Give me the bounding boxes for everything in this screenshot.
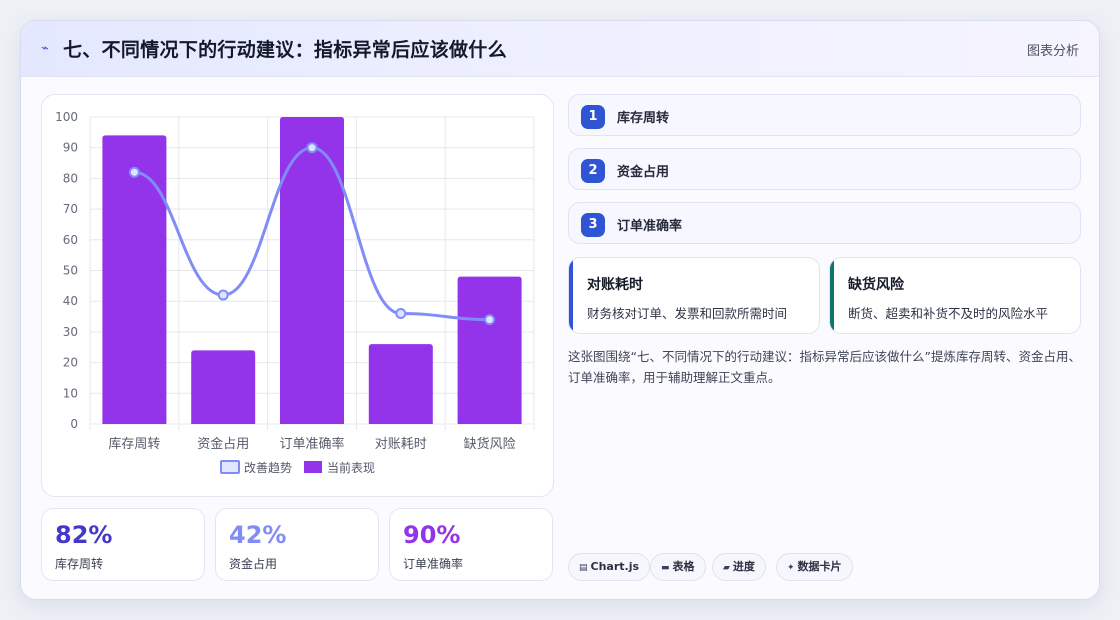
stat-value: 42% — [229, 521, 287, 549]
info-card-reconciliation: 对账耗时 财务核对订单、发票和回款所需时间 — [568, 257, 820, 334]
line-point — [484, 314, 496, 326]
step-number: 3 — [581, 213, 605, 237]
step-item-3[interactable]: 3 订单准确率 — [568, 202, 1081, 244]
header-tag: 图表分析 — [1026, 44, 1079, 59]
table-icon: ▬ — [661, 563, 670, 573]
line-point — [395, 307, 407, 319]
step-item-1[interactable]: 1 库存周转 — [568, 94, 1081, 136]
chip-table[interactable]: ▬ 表格 — [650, 553, 706, 581]
y-tick-label: 0 — [70, 417, 78, 431]
legend-label: 当前表现 — [327, 460, 375, 475]
step-label: 库存周转 — [617, 111, 670, 126]
info-card-stockout: 缺货风险 断货、超卖和补货不及时的风险水平 — [829, 257, 1081, 334]
progress-icon: ▰ — [723, 563, 730, 573]
info-title: 对账耗时 — [587, 277, 643, 293]
x-tick-label: 对账耗时 — [375, 437, 427, 452]
summary-text: 这张图围绕“七、不同情况下的行动建议：指标异常后应该做什么”提炼库存周转、资金占… — [568, 349, 1081, 385]
chip-data-card[interactable]: ✦ 数据卡片 — [776, 553, 853, 581]
bar-mark — [368, 344, 433, 424]
chip-label: 数据卡片 — [797, 560, 842, 573]
y-tick-label: 30 — [63, 325, 78, 339]
line-point — [128, 166, 140, 178]
chip-label: 表格 — [672, 560, 695, 573]
y-tick-label: 100 — [55, 110, 78, 124]
y-tick-label: 50 — [63, 264, 78, 278]
card-header: ⌁ 七、不同情况下的行动建议：指标异常后应该做什么 图表分析 — [21, 21, 1099, 77]
chip-chartjs[interactable]: ▤ Chart.js — [568, 553, 651, 581]
stat-card-3: 90% 订单准确率 — [389, 508, 553, 581]
page-title: 七、不同情况下的行动建议：指标异常后应该做什么 — [63, 39, 507, 61]
trend-zigzag-icon: ⌁ — [41, 41, 49, 56]
y-tick-label: 80 — [63, 171, 78, 185]
chart-icon: ▤ — [579, 563, 588, 573]
y-tick-label: 60 — [63, 233, 78, 247]
bar-mark — [457, 276, 522, 424]
legend-label: 改善趋势 — [244, 460, 292, 475]
chip-label: Chart.js — [590, 560, 640, 573]
stat-label: 资金占用 — [229, 557, 278, 571]
chart-panel: 0 10 20 30 40 50 60 70 80 90 100 库存周转 资金占用 订单准确率 对账耗时 缺… — [41, 94, 554, 497]
chip-progress[interactable]: ▰ 进度 — [712, 553, 766, 581]
bar-mark — [102, 135, 167, 425]
info-desc: 财务核对订单、发票和回款所需时间 — [587, 306, 788, 321]
step-label: 订单准确率 — [617, 219, 683, 234]
chart-svg: 0 10 20 30 40 50 60 70 80 90 100 库存周转 资金占用 订单准确率 对账耗时 缺… — [55, 110, 535, 475]
legend-swatch-line — [220, 460, 240, 474]
main-card: ⌁ 七、不同情况下的行动建议：指标异常后应该做什么 图表分析 0 10 20 30 40… — [20, 20, 1100, 600]
x-tick-label: 资金占用 — [197, 436, 249, 452]
x-tick-label: 订单准确率 — [279, 436, 344, 452]
line-point — [306, 142, 318, 154]
line-point — [217, 289, 229, 301]
legend-swatch-bar — [304, 461, 322, 473]
info-accent-bar — [569, 258, 573, 333]
step-number: 1 — [581, 105, 605, 129]
x-tick-label: 库存周转 — [108, 436, 160, 452]
stat-label: 订单准确率 — [403, 557, 464, 571]
stat-value: 90% — [403, 521, 461, 549]
chip-label: 进度 — [732, 560, 755, 573]
sparkle-icon: ✦ — [787, 563, 795, 573]
info-title: 缺货风险 — [848, 277, 904, 293]
stat-label: 库存周转 — [55, 557, 104, 571]
step-number: 2 — [581, 159, 605, 183]
stat-card-2: 42% 资金占用 — [215, 508, 379, 581]
info-accent-bar — [830, 258, 834, 333]
stat-card-1: 82% 库存周转 — [41, 508, 205, 581]
bar-mark — [191, 350, 256, 424]
y-tick-label: 40 — [63, 294, 78, 308]
info-desc: 断货、超卖和补货不及时的风险水平 — [848, 306, 1049, 321]
y-tick-label: 90 — [63, 141, 78, 155]
x-tick-label: 缺货风险 — [464, 436, 516, 452]
step-item-2[interactable]: 2 资金占用 — [568, 148, 1081, 190]
y-tick-label: 70 — [63, 202, 78, 216]
step-label: 资金占用 — [617, 165, 670, 180]
y-tick-label: 10 — [63, 386, 78, 400]
stat-value: 82% — [55, 521, 113, 549]
y-tick-label: 20 — [63, 356, 78, 370]
